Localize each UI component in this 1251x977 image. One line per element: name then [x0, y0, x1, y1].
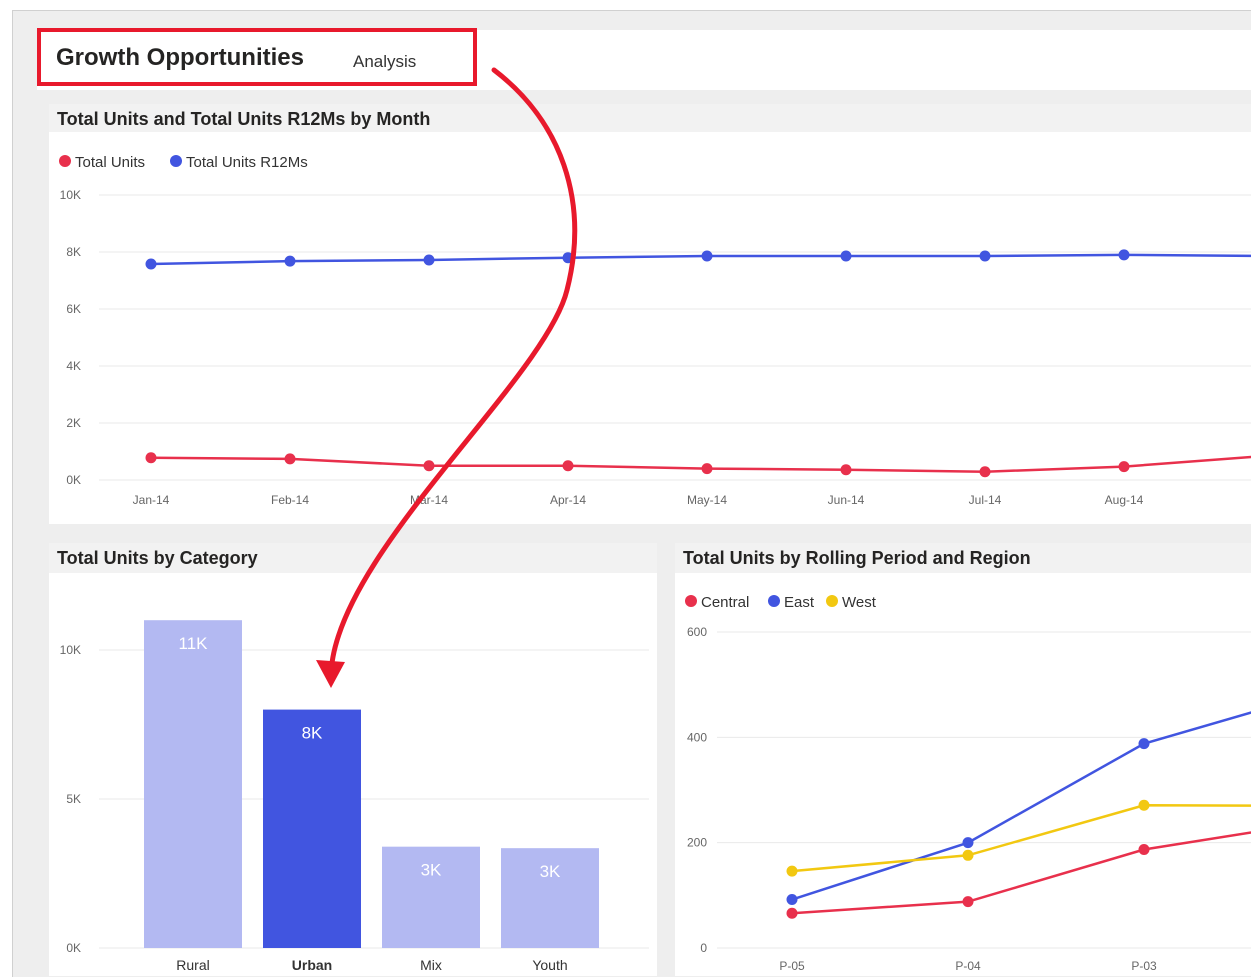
line-chart-point [701, 463, 713, 475]
bar-data-label: 8K [302, 724, 323, 743]
region-chart-series-line [791, 831, 1251, 915]
bar-data-label: 3K [421, 861, 442, 880]
line-chart-point [979, 466, 991, 478]
line-chart-series-line [150, 455, 1251, 473]
region-chart-y-tick: 400 [687, 730, 707, 744]
line-chart-point [701, 250, 713, 262]
line-chart-point [423, 254, 435, 266]
line-chart-title: Total Units and Total Units R12Ms by Mon… [57, 109, 431, 129]
bar-data-label: 11K [179, 634, 209, 653]
line-chart-x-tick: Feb-14 [271, 493, 309, 507]
bar-category-label: Youth [532, 957, 567, 973]
line-chart-point [423, 460, 435, 472]
line-chart-y-tick: 6K [66, 302, 81, 316]
region-chart-series-line [791, 711, 1251, 901]
region-chart-title: Total Units by Rolling Period and Region [683, 548, 1031, 568]
region-chart-y-tick: 200 [687, 836, 707, 850]
page-title: Growth Opportunities [56, 44, 304, 71]
legend-dot-east [768, 595, 780, 607]
line-chart-point [979, 250, 991, 262]
line-chart-y-tick: 4K [66, 359, 81, 373]
line-chart-point [840, 250, 852, 262]
line-chart-x-tick: Mar-14 [410, 493, 448, 507]
region-chart-point [786, 907, 798, 919]
bar-category-label: Mix [420, 957, 442, 973]
screen-border-left [0, 10, 12, 976]
legend-dot-total-units [59, 155, 71, 167]
legend-label-west[interactable]: West [842, 594, 877, 611]
region-chart-point [786, 894, 798, 906]
bar-chart-title: Total Units by Category [57, 548, 258, 568]
line-chart-x-tick: Aug-14 [1105, 493, 1144, 507]
bar-category-label: Urban [292, 957, 332, 973]
line-chart-x-tick: Jan-14 [133, 493, 170, 507]
region-chart[interactable]: Central East West 0 200 400 600 P-05 P-04 P-03 [675, 573, 1251, 976]
region-chart-series-line [791, 804, 1251, 873]
legend-dot-total-units-r12ms [170, 155, 182, 167]
region-chart-point [962, 849, 974, 861]
bar-category-label: Rural [176, 957, 209, 973]
line-chart-point [1118, 249, 1130, 261]
region-chart-point [1138, 738, 1150, 750]
line-chart-y-tick: 2K [66, 416, 81, 430]
region-chart-point [962, 837, 974, 849]
region-chart-x-tick: P-05 [779, 959, 805, 973]
line-chart-x-tick: Jul-14 [969, 493, 1002, 507]
legend-label-total-units[interactable]: Total Units [75, 154, 145, 171]
line-chart-series-line [150, 253, 1251, 266]
region-chart-y-tick: 600 [687, 625, 707, 639]
line-chart-x-tick: Jun-14 [828, 493, 865, 507]
line-chart-point [562, 460, 574, 472]
legend-dot-central [685, 595, 697, 607]
region-chart-point [962, 896, 974, 908]
line-chart-point [284, 453, 296, 465]
bar-urban[interactable] [263, 709, 361, 948]
bar-data-label: 3K [540, 862, 561, 881]
bar-rural[interactable] [144, 620, 242, 948]
line-chart-point [145, 258, 157, 270]
line-chart-point [840, 464, 852, 476]
legend-label-east[interactable]: East [784, 594, 815, 611]
region-chart-point [786, 865, 798, 877]
line-chart-x-tick: May-14 [687, 493, 727, 507]
region-chart-x-tick: P-04 [955, 959, 981, 973]
legend-label-central[interactable]: Central [701, 594, 749, 611]
bar-chart-y-tick: 10K [60, 643, 81, 657]
region-chart-point [1138, 844, 1150, 856]
region-chart-point [1138, 799, 1150, 811]
line-chart-x-tick: Apr-14 [550, 493, 586, 507]
line-chart-point [1118, 461, 1130, 473]
region-chart-x-tick: P-03 [1131, 959, 1157, 973]
line-chart-point [145, 452, 157, 464]
line-chart-legend[interactable]: Total Units Total Units R12Ms [59, 154, 308, 171]
legend-label-total-units-r12ms[interactable]: Total Units R12Ms [186, 154, 308, 171]
bar-chart-y-tick: 0K [66, 941, 81, 955]
line-chart[interactable]: Total Units Total Units R12Ms 0K 2K 4K 6K 8K… [49, 132, 1251, 524]
line-chart-point [284, 255, 296, 267]
line-chart-y-tick: 10K [60, 188, 81, 202]
bar-chart[interactable]: 0K 5K 10K 11K Rural 8K Urban 3K Mix 3K Youth [49, 573, 657, 976]
line-chart-y-tick: 8K [66, 245, 81, 259]
region-chart-y-tick: 0 [700, 941, 707, 955]
page-subtitle: Analysis [353, 52, 417, 71]
legend-dot-west [826, 595, 838, 607]
line-chart-point [562, 252, 574, 264]
line-chart-y-tick: 0K [66, 473, 81, 487]
screen-border-top [0, 0, 1251, 10]
region-chart-legend[interactable]: Central East West [685, 594, 877, 611]
bar-chart-y-tick: 5K [66, 792, 81, 806]
